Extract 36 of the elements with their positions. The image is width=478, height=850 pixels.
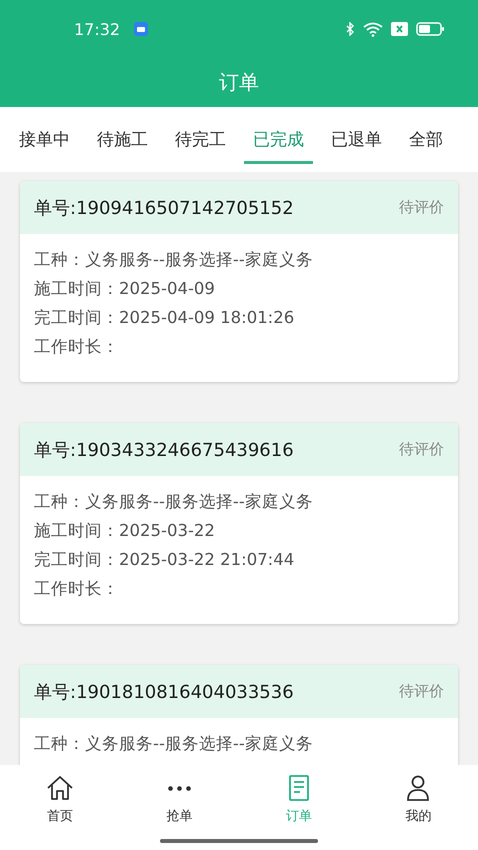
order-card[interactable]: 单号:1909416507142705152 待评价 工种：义务服务--服务选择--家庭义务 施工时间：2025-04-09 完工时间：2025-04-09 18:01:26 工作时长： [20, 181, 458, 382]
nav-tab[interactable]: 首页 [0, 765, 120, 835]
nav-tab[interactable]: 抢单 [120, 765, 239, 835]
home-icon [46, 775, 74, 801]
wifi-icon [363, 22, 383, 36]
order-number: 单号:1901810816404033536 [34, 680, 294, 704]
order-card[interactable]: 单号:1903433246675439616 待评价 工种：义务服务--服务选择--家庭义务 施工时间：2025-03-22 完工时间：2025-03-22 21:07:44 工作时长： [20, 423, 458, 624]
status-tab[interactable]: 已完成 [244, 116, 313, 164]
order-detail: 工作时长： [34, 578, 120, 600]
order-status: 待评价 [399, 198, 444, 217]
status-tab[interactable]: 全部 [400, 116, 452, 164]
order-detail: 工种：义务服务--服务选择--家庭义务 [34, 733, 314, 755]
order-detail: 完工时间：2025-04-09 18:01:26 [34, 307, 296, 329]
order-status: 待评价 [399, 682, 444, 701]
order-number: 单号:1909416507142705152 [34, 196, 294, 220]
order-detail: 工种：义务服务--服务选择--家庭义务 [34, 249, 314, 271]
status-tab[interactable]: 接单中 [10, 116, 79, 164]
order-status: 待评价 [399, 440, 444, 459]
status-time: 17:32 [74, 20, 120, 38]
app-notification-icon [134, 22, 148, 36]
order-detail: 施工时间：2025-04-09 [34, 278, 216, 300]
status-tab[interactable]: 待施工 [88, 116, 157, 164]
more-icon [168, 786, 191, 790]
order-detail: 完工时间：2025-03-22 21:07:44 [34, 549, 296, 571]
order-detail: 施工时间：2025-03-22 [34, 520, 216, 542]
sim-off-icon [391, 22, 408, 36]
order-number: 单号:1903433246675439616 [34, 438, 294, 462]
bluetooth-icon [346, 22, 355, 36]
status-tab[interactable]: 已退单 [322, 116, 391, 164]
status-tab[interactable]: 待完工 [166, 116, 235, 164]
page-title: 订单 [219, 69, 259, 96]
nav-tab[interactable]: 我的 [358, 765, 478, 835]
battery-icon [416, 22, 444, 36]
order-card[interactable]: 单号:1901810816404033536 待评价 工种：义务服务--服务选择--家庭义务 [20, 665, 458, 765]
order-detail: 工作时长： [34, 336, 120, 358]
order-detail: 工种：义务服务--服务选择--家庭义务 [34, 491, 314, 513]
